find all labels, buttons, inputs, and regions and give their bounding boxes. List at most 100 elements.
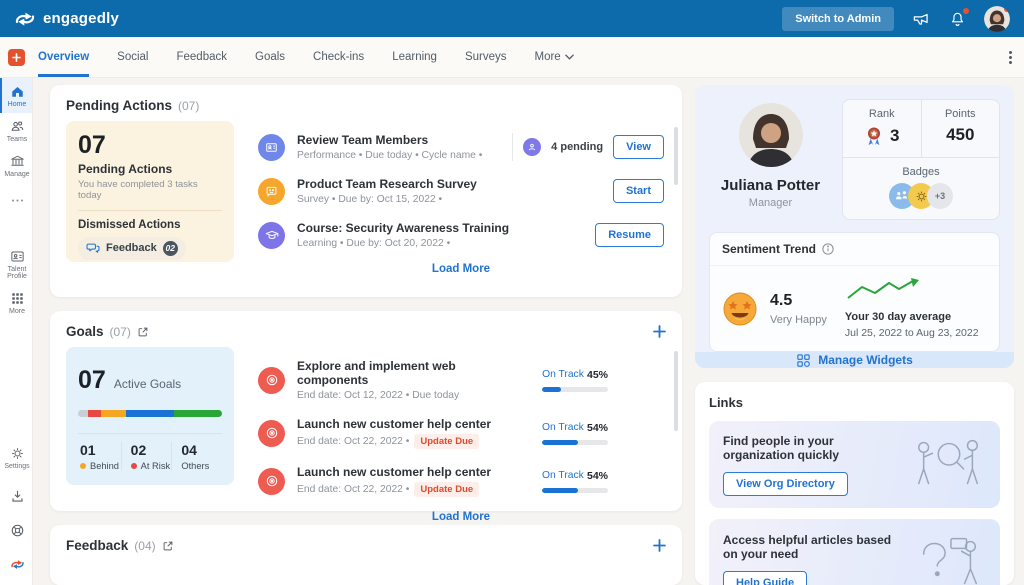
talent-profile-icon <box>10 251 24 262</box>
pending-row-title: Review Team Members <box>297 133 429 147</box>
home-icon <box>11 87 23 97</box>
brand-name: engagedly <box>43 10 119 27</box>
sidebar-item-more-options[interactable] <box>0 187 32 213</box>
pending-row: Product Team Research Survey Survey • Du… <box>258 169 664 213</box>
goals-stat-others: 04 Others <box>171 441 222 471</box>
goals-load-more-link[interactable]: Load More <box>258 505 664 523</box>
points-value: 450 <box>946 125 975 144</box>
add-goal-button[interactable] <box>653 325 666 338</box>
pending-mini-icon <box>523 138 542 156</box>
feedback-title: Feedback <box>66 538 129 553</box>
goal-percent: 54% <box>586 421 608 434</box>
info-icon[interactable] <box>822 243 834 255</box>
profile-avatar[interactable] <box>738 103 803 167</box>
teams-icon <box>11 121 23 131</box>
sidebar-item-manage[interactable]: Manage <box>0 148 32 183</box>
pending-note: 4 pending <box>551 141 604 153</box>
notifications-bell-icon[interactable] <box>949 7 969 28</box>
rank-points-badges-box: Rank 3 Points 450 Badges +3 <box>842 99 1000 220</box>
sidebar-item-teams[interactable]: Teams <box>0 113 32 148</box>
sentiment-title: Sentiment Trend <box>722 242 817 256</box>
tab-surveys[interactable]: Surveys <box>465 37 507 77</box>
sidebar-engagedly-logo[interactable] <box>0 551 32 577</box>
pending-summary-panel: 07 Pending Actions You have completed 3 … <box>66 121 234 262</box>
feedback-external-link-icon[interactable] <box>162 540 174 552</box>
tab-feedback[interactable]: Feedback <box>176 37 227 77</box>
update-due-badge: Update Due <box>414 482 480 497</box>
sentiment-trend-card: Sentiment Trend 4.5 Very Happy Your 30 d… <box>709 232 1000 352</box>
sidebar-item-more-apps[interactable]: More <box>0 285 32 320</box>
dismissed-chip-label: Feedback <box>106 242 157 254</box>
help-guide-link-item: Access helpful articles based on your ne… <box>709 519 1000 585</box>
learning-graduation-icon <box>258 221 285 249</box>
goal-target-icon <box>258 419 285 447</box>
feedback-count: (04) <box>134 538 156 553</box>
grid-icon <box>11 293 23 304</box>
brand-logo[interactable]: engagedly <box>14 10 119 28</box>
goals-count: (07) <box>109 324 131 339</box>
goal-row: Launch new customer help center End date… <box>258 409 664 457</box>
dismissed-feedback-chip[interactable]: Feedback 02 <box>78 236 186 260</box>
goals-external-link-icon[interactable] <box>137 326 149 338</box>
divider <box>78 432 222 434</box>
tabbar-overflow-menu-icon[interactable] <box>1009 50 1012 64</box>
pending-row-meta: Learning • Due by: Oct 20, 2022 • <box>297 238 451 249</box>
links-title: Links <box>709 395 743 410</box>
org-directory-text: Find people in your organization quickly <box>723 434 840 462</box>
sidebar-item-settings[interactable]: Settings <box>0 440 32 475</box>
pending-row-meta: Survey • Due by: Oct 15, 2022 • <box>297 194 443 205</box>
pending-subtext: You have completed 3 tasks today <box>78 178 198 201</box>
sidebar-item-help[interactable] <box>0 517 32 543</box>
tab-check-ins[interactable]: Check-ins <box>313 37 364 77</box>
help-guide-illustration <box>922 537 978 585</box>
goal-status: On Track <box>542 470 584 481</box>
goal-percent: 54% <box>586 469 608 482</box>
dismissed-count-badge: 02 <box>162 240 178 256</box>
goal-status: On Track <box>542 422 584 433</box>
feedback-card: Feedback (04) <box>50 525 682 585</box>
trend-up-arrow <box>847 278 919 299</box>
pending-row-title: Product Team Research Survey <box>297 177 477 191</box>
more-badges-count[interactable]: +3 <box>927 183 953 209</box>
sidebar-item-home[interactable]: Home <box>0 78 32 113</box>
view-button[interactable]: View <box>613 135 664 159</box>
update-due-badge: Update Due <box>414 434 480 449</box>
tab-learning[interactable]: Learning <box>392 37 437 77</box>
start-button[interactable]: Start <box>612 179 664 203</box>
active-goals-label: Active Goals <box>113 377 182 391</box>
ellipsis-icon <box>11 199 23 202</box>
links-card: Links Find people in your organization q… <box>695 382 1014 585</box>
sidebar-item-talent-profile[interactable]: Talent Profile <box>0 243 32 285</box>
org-directory-illustration <box>918 439 979 485</box>
announcements-icon[interactable] <box>912 9 931 28</box>
scrollbar-thumb[interactable] <box>674 351 678 431</box>
active-goals-number: 07 <box>78 366 106 394</box>
pending-row: Review Team Members Performance • Due to… <box>258 125 664 169</box>
resume-button[interactable]: Resume <box>595 223 664 247</box>
header-avatar[interactable] <box>984 5 1010 32</box>
goal-progress: On Track 54% <box>542 422 608 445</box>
tab-more[interactable]: More <box>535 37 574 77</box>
goals-status-bar <box>78 409 222 417</box>
engagedly-dashboard: engagedly Switch to Admin Overview Socia… <box>0 0 1024 585</box>
view-org-directory-button[interactable]: View Org Directory <box>723 472 848 496</box>
chevron-down-icon <box>564 54 574 60</box>
sentiment-mood: Very Happy <box>770 313 827 326</box>
goal-progress: On Track 54% <box>542 470 608 493</box>
tab-overview[interactable]: Overview <box>38 37 90 77</box>
help-guide-button[interactable]: Help Guide <box>723 571 808 585</box>
pending-load-more-link[interactable]: Load More <box>258 257 664 275</box>
quick-add-button[interactable] <box>8 48 25 66</box>
sidebar-item-downloads[interactable] <box>0 483 32 509</box>
avatar-status-dot <box>1004 5 1010 12</box>
tab-goals[interactable]: Goals <box>255 37 285 77</box>
add-feedback-button[interactable] <box>653 539 666 552</box>
pending-actions-title: Pending Actions <box>66 98 173 113</box>
survey-icon <box>258 177 285 205</box>
switch-to-admin-button[interactable]: Switch to Admin <box>782 6 894 31</box>
scrollbar-thumb[interactable] <box>674 127 678 185</box>
goals-stat-behind: 01 Behind <box>80 441 119 471</box>
profile-role: Manager <box>748 197 793 209</box>
manage-widgets-button[interactable]: Manage Widgets <box>695 352 1014 368</box>
tab-social[interactable]: Social <box>117 37 148 77</box>
